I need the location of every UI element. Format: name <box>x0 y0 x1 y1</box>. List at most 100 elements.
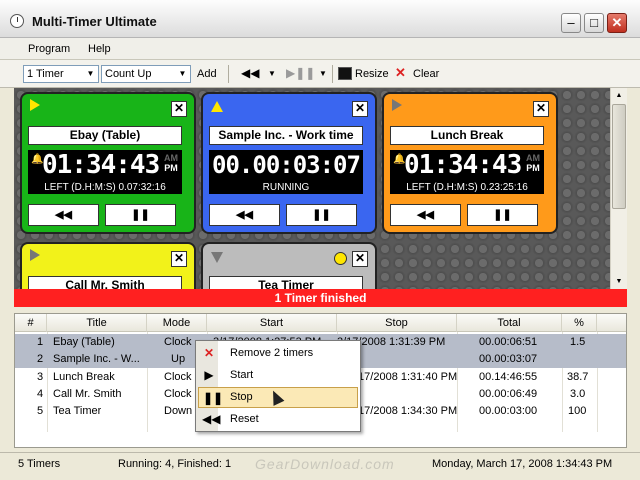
row-percent: 38.7 <box>567 371 589 383</box>
row-number: 5 <box>37 405 44 417</box>
row-number: 1 <box>37 336 44 348</box>
clear-button[interactable]: Clear <box>413 68 439 80</box>
menu-help[interactable]: Help <box>88 43 111 55</box>
scroll-up-icon[interactable]: ▲ <box>612 88 626 103</box>
rewind-icon[interactable]: ◀◀ <box>241 66 259 80</box>
am-pm-indicator: AM PM <box>164 153 178 173</box>
am-pm-indicator: AM PM <box>526 153 540 173</box>
chevron-down-icon: ▼ <box>86 69 95 78</box>
timer-count-value: 1 Timer <box>27 68 64 80</box>
rewind-icon: ◀◀ <box>202 412 221 426</box>
timer-card[interactable]: ✕ Ebay (Table) 🔔 01:34:43 AM PM LEFT (D.H… <box>20 92 196 234</box>
row-number: 3 <box>37 371 44 383</box>
maximize-button[interactable]: □ <box>584 13 604 33</box>
close-icon[interactable]: ✕ <box>352 101 368 117</box>
reset-button[interactable]: ◀◀ <box>390 204 461 226</box>
chevron-down-icon: ▼ <box>178 69 187 78</box>
column-header[interactable]: % <box>562 314 597 332</box>
title-bar: Multi-Timer Ultimate – □ ✕ <box>0 0 640 38</box>
column-header[interactable]: # <box>15 314 47 332</box>
timer-card[interactable]: ✕ Sample Inc. - Work time 00.00:03:07 RU… <box>201 92 377 234</box>
timer-card[interactable]: ✕ Call Mr. Smith <box>20 242 196 289</box>
scroll-down-icon[interactable]: ▼ <box>612 274 626 289</box>
scrollbar-thumb[interactable] <box>612 104 626 209</box>
menu-bar: Program Help <box>0 38 640 60</box>
column-header[interactable]: Title <box>47 314 147 332</box>
close-icon[interactable]: ✕ <box>533 101 549 117</box>
close-icon[interactable]: ✕ <box>352 251 368 267</box>
alert-icon <box>334 252 347 265</box>
status-summary: Running: 4, Finished: 1 <box>118 458 232 470</box>
row-title: Ebay (Table) <box>53 336 115 348</box>
time-digits: 01:34:43 <box>404 150 522 180</box>
timer-count-select[interactable]: 1 Timer ▼ <box>23 65 99 83</box>
timer-display: 🔔 01:34:43 AM PM LEFT (D.H:M:S) 0.07:32:1… <box>28 150 182 194</box>
row-total: 00.00:06:51 <box>479 336 538 348</box>
column-header[interactable]: Total <box>457 314 562 332</box>
mode-select[interactable]: Count Up ▼ <box>101 65 191 83</box>
row-total: 00.00:03:00 <box>479 405 538 417</box>
play-state-icon <box>30 249 40 261</box>
resize-button[interactable]: Resize <box>355 68 389 80</box>
column-header[interactable]: Stop <box>337 314 457 332</box>
chevron-down-icon[interactable]: ▼ <box>319 69 327 78</box>
stopwatch-icon <box>10 14 24 28</box>
remove-icon: ✕ <box>203 346 215 360</box>
row-title: Lunch Break <box>53 371 115 383</box>
row-mode: Clock <box>164 371 192 383</box>
toolbar-separator <box>228 65 229 83</box>
pause-button[interactable]: ❚❚ <box>467 204 538 226</box>
table-header: # Title Mode Start Stop Total % <box>15 314 626 332</box>
row-number: 2 <box>37 353 44 365</box>
menu-item-label: Start <box>230 369 254 381</box>
clear-icon[interactable]: ✕ <box>395 65 406 81</box>
context-menu: ✕ Remove 2 timers ▶ Start ❚❚ Stop ◀◀ Res… <box>195 340 361 432</box>
column-header[interactable]: Mode <box>147 314 207 332</box>
row-stop: /17/2008 1:31:40 PM <box>355 371 458 383</box>
row-title: Sample Inc. - W... <box>53 353 140 365</box>
finished-state-icon <box>211 252 223 263</box>
menu-program[interactable]: Program <box>28 43 70 55</box>
menu-item-reset[interactable]: ◀◀ Reset <box>198 409 358 430</box>
play-icon: ▶ <box>204 368 214 382</box>
close-icon[interactable]: ✕ <box>171 101 187 117</box>
menu-item-start[interactable]: ▶ Start <box>198 365 358 386</box>
column-header[interactable]: Start <box>207 314 337 332</box>
mode-value: Count Up <box>105 68 152 80</box>
row-percent: 100 <box>568 405 587 417</box>
row-mode: Down <box>164 405 193 417</box>
menu-item-remove[interactable]: ✕ Remove 2 timers <box>198 343 358 364</box>
timer-display: 00.00:03:07 RUNNING <box>209 150 363 194</box>
toolbar-separator <box>332 65 333 83</box>
reset-button[interactable]: ◀◀ <box>28 204 99 226</box>
row-total: 00.00:03:07 <box>479 353 538 365</box>
add-button[interactable]: Add <box>197 68 217 80</box>
menu-item-label: Remove 2 timers <box>230 347 314 359</box>
menu-item-label: Stop <box>230 391 253 403</box>
timer-name: Tea Timer <box>209 276 363 289</box>
menu-item-label: Reset <box>230 413 259 425</box>
play-state-icon <box>392 99 402 111</box>
row-title: Tea Timer <box>53 405 102 417</box>
row-percent: 1.5 <box>570 336 586 348</box>
reset-button[interactable]: ◀◀ <box>209 204 280 226</box>
timer-card[interactable]: ✕ Lunch Break 🔔 01:34:43 AM PM LEFT (D.H:… <box>382 92 558 234</box>
toolbar: 1 Timer ▼ Count Up ▼ Add ◀◀ ▼ ▶❚❚ ▼ Resi… <box>0 60 640 88</box>
row-total: 00.00:06:49 <box>479 388 538 400</box>
row-stop: /17/2008 1:34:30 PM <box>355 405 458 417</box>
pause-button[interactable]: ❚❚ <box>286 204 357 226</box>
minimize-button[interactable]: – <box>561 13 581 33</box>
pause-button[interactable]: ❚❚ <box>105 204 176 226</box>
timer-name: Ebay (Table) <box>28 126 182 145</box>
timer-name: Lunch Break <box>390 126 544 145</box>
timer-name: Sample Inc. - Work time <box>209 126 363 145</box>
resize-icon[interactable] <box>338 67 352 80</box>
status-timer-count: 5 Timers <box>18 458 61 470</box>
close-window-button[interactable]: ✕ <box>607 13 627 33</box>
timer-card[interactable]: ✕ Tea Timer <box>201 242 377 289</box>
close-icon[interactable]: ✕ <box>171 251 187 267</box>
chevron-down-icon[interactable]: ▼ <box>268 69 276 78</box>
timer-board-scrollbar[interactable]: ▲ ▼ <box>610 88 627 289</box>
row-total: 00.14:46:55 <box>479 371 538 383</box>
play-pause-icon[interactable]: ▶❚❚ <box>286 66 315 80</box>
